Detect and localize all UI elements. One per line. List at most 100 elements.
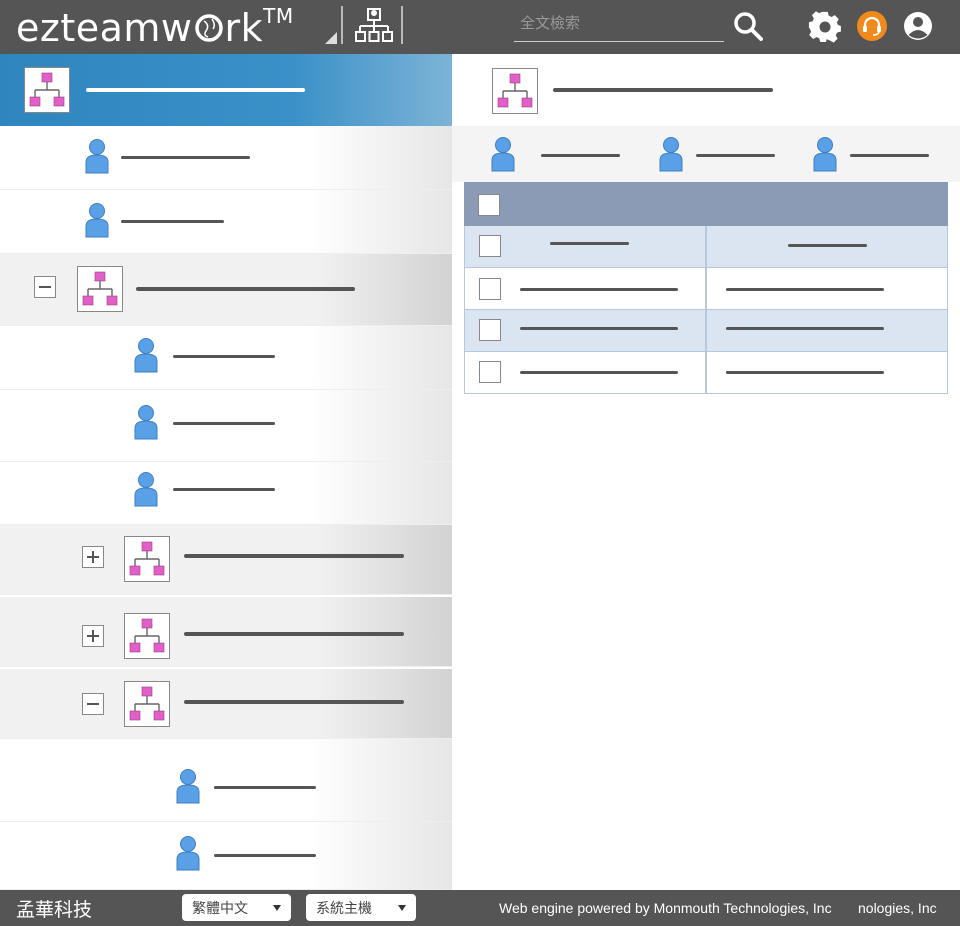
headset-icon [863, 16, 881, 36]
tree-dept-item[interactable] [0, 525, 452, 595]
tree-member-item[interactable] [0, 326, 452, 390]
dept-name [136, 287, 355, 291]
settings-button[interactable] [808, 10, 842, 44]
globe-o-icon [194, 14, 223, 42]
person-icon [134, 405, 158, 440]
powered-by-overflow-text: nologies, Inc [858, 900, 937, 916]
column-divider [705, 352, 707, 393]
language-select[interactable]: 繁體中文 [182, 894, 291, 921]
member-name [173, 422, 275, 425]
table-cell [520, 327, 678, 330]
table-header-bar [464, 182, 948, 226]
org-tree-panel [0, 54, 452, 890]
row-checkbox[interactable] [479, 361, 501, 383]
language-value: 繁體中文 [192, 901, 248, 917]
org-chart-button[interactable] [354, 6, 394, 46]
dept-name [184, 554, 404, 558]
row-checkbox[interactable] [479, 235, 501, 257]
person-icon [813, 137, 837, 172]
org-chart-icon [492, 68, 538, 114]
expand-toggle[interactable] [82, 546, 104, 568]
chevron-down-icon [273, 905, 281, 911]
powered-by-text: Web engine powered by Monmouth Technolog… [499, 900, 832, 916]
member-name [696, 154, 775, 157]
org-chart-icon [355, 8, 393, 42]
org-chart-icon [124, 681, 170, 727]
select-all-checkbox[interactable] [478, 194, 500, 216]
search-icon [734, 12, 763, 41]
row-checkbox[interactable] [479, 278, 501, 300]
column-header[interactable] [550, 242, 629, 245]
logo-text: ezteamw [16, 6, 193, 50]
account-button[interactable] [902, 10, 934, 42]
detail-title [553, 88, 773, 92]
member-name [121, 220, 224, 223]
search-button[interactable] [732, 10, 764, 42]
search-input[interactable] [514, 6, 724, 40]
tree-dept-item[interactable] [0, 254, 452, 326]
collapse-toggle[interactable] [82, 693, 104, 715]
member-name [214, 854, 316, 857]
user-circle-icon [904, 12, 932, 40]
dept-name [184, 700, 404, 704]
logo-text-end: rk [224, 6, 264, 50]
table-header-row [464, 226, 948, 268]
company-name: 孟華科技 [16, 899, 93, 921]
person-icon [134, 338, 158, 373]
table-row[interactable] [464, 352, 948, 394]
app-logo[interactable]: ezteamw rkTM [16, 4, 294, 50]
tree-member-item[interactable] [0, 462, 452, 525]
tree-root-item[interactable] [0, 54, 452, 126]
tree-dept-item[interactable] [0, 597, 452, 667]
tree-member-item[interactable] [0, 822, 452, 890]
row-checkbox[interactable] [479, 319, 501, 341]
host-value: 系統主機 [316, 901, 372, 917]
person-icon [176, 769, 200, 804]
member-name [173, 355, 275, 358]
tree-dept-item[interactable] [0, 669, 452, 739]
person-icon [85, 139, 109, 174]
table-row[interactable] [464, 310, 948, 352]
search-box [514, 6, 724, 42]
column-header[interactable] [788, 244, 867, 247]
tree-member-item[interactable] [0, 739, 452, 822]
logo-trademark: TM [263, 4, 294, 28]
tree-member-item[interactable] [0, 390, 452, 462]
member-name [173, 488, 275, 491]
tree-member-item[interactable] [0, 190, 452, 254]
org-chart-icon [124, 536, 170, 582]
gear-icon [808, 11, 841, 43]
table-cell [726, 327, 884, 330]
host-select[interactable]: 系統主機 [306, 894, 416, 921]
table-row[interactable] [464, 268, 948, 310]
column-divider [705, 226, 707, 267]
divider [341, 6, 343, 44]
detail-panel [452, 54, 960, 890]
tree-root-label [86, 88, 305, 92]
logo-dropdown-caret-icon[interactable] [325, 32, 337, 44]
column-divider [705, 310, 707, 351]
expand-toggle[interactable] [82, 625, 104, 647]
chevron-down-icon [398, 905, 406, 911]
dept-name [184, 632, 404, 636]
member-table [464, 182, 948, 394]
member-name [214, 786, 316, 789]
org-chart-icon [77, 266, 123, 312]
person-icon [85, 203, 109, 238]
divider [401, 6, 403, 44]
table-cell [520, 288, 678, 291]
column-divider [705, 268, 707, 309]
member-name [541, 154, 620, 157]
person-icon [134, 472, 158, 507]
person-icon [176, 836, 200, 871]
support-button[interactable] [857, 11, 887, 41]
org-chart-icon [24, 67, 70, 113]
member-strip [452, 126, 960, 182]
table-cell [726, 371, 884, 374]
footer-bar: 孟華科技 繁體中文 系統主機 Web engine powered by Mon… [0, 890, 960, 926]
table-cell [520, 371, 678, 374]
tree-member-item[interactable] [0, 126, 452, 190]
collapse-toggle[interactable] [34, 276, 56, 298]
person-icon [659, 137, 683, 172]
person-icon [491, 137, 515, 172]
